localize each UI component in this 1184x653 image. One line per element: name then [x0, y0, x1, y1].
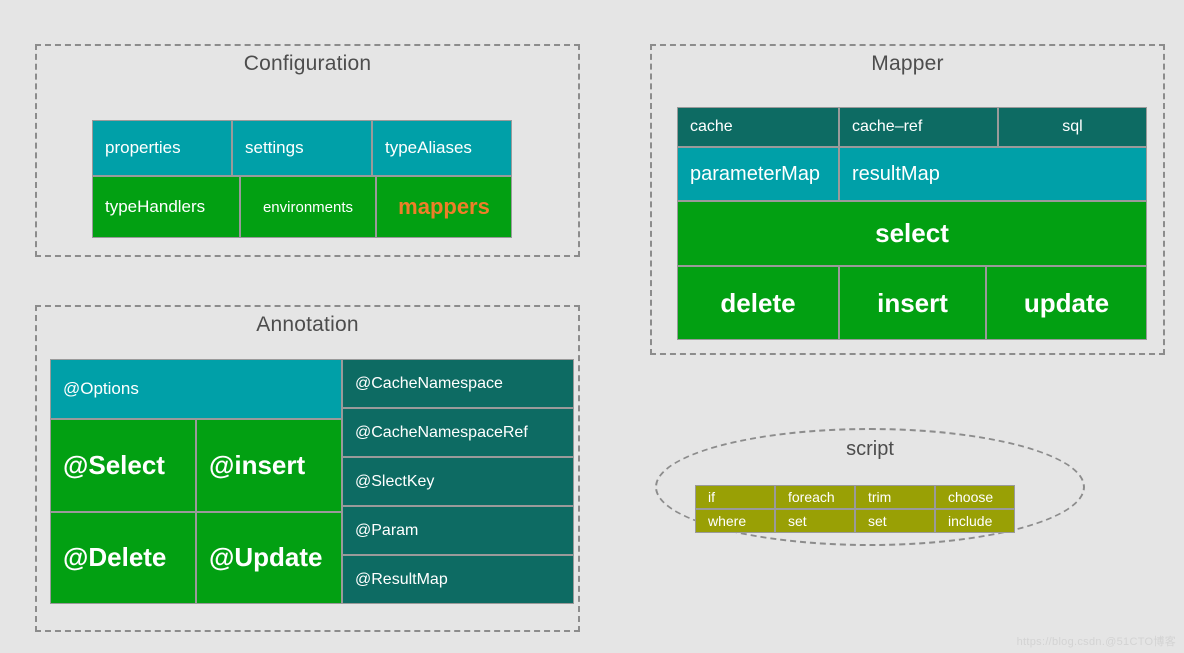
mapper-table: cache cache–ref sql parameterMap resultM…	[677, 107, 1147, 340]
script-cell-if[interactable]: if	[696, 486, 774, 508]
table-row: where set set include	[696, 510, 1014, 532]
mapper-cell-resultmap[interactable]: resultMap	[840, 148, 1146, 200]
annotation-cell-update[interactable]: @Update	[197, 512, 341, 603]
config-cell-settings[interactable]: settings	[233, 121, 371, 175]
annotation-cell-cachenamespace[interactable]: @CacheNamespace	[343, 360, 573, 407]
script-table: if foreach trim choose where set set inc…	[695, 485, 1015, 533]
mapper-cell-select[interactable]: select	[678, 202, 1146, 265]
table-row: properties settings typeAliases	[93, 121, 511, 175]
group-configuration: Configuration properties settings typeAl…	[35, 44, 580, 257]
annotation-table: @Options @Select @insert @Delete @Update…	[50, 359, 574, 604]
config-cell-typealiases[interactable]: typeAliases	[373, 121, 511, 175]
script-cell-foreach[interactable]: foreach	[776, 486, 854, 508]
config-cell-mappers[interactable]: mappers	[377, 177, 511, 237]
group-annotation: Annotation @Options @Select @insert @Del…	[35, 305, 580, 632]
configuration-table: properties settings typeAliases typeHand…	[92, 120, 512, 238]
mapper-cell-insert[interactable]: insert	[840, 267, 985, 339]
group-mapper: Mapper cache cache–ref sql parameterMap …	[650, 44, 1165, 355]
annotation-cell-delete[interactable]: @Delete	[51, 512, 195, 603]
group-configuration-title: Configuration	[243, 52, 372, 75]
annotation-cell-resultmap[interactable]: @ResultMap	[343, 556, 573, 603]
script-cell-trim[interactable]: trim	[856, 486, 934, 508]
table-row: delete insert update	[678, 267, 1146, 339]
annotation-right-column: @CacheNamespace @CacheNamespaceRef @Slec…	[343, 360, 573, 603]
mapper-cell-cache[interactable]: cache	[678, 108, 838, 146]
mapper-cell-cache-ref[interactable]: cache–ref	[840, 108, 997, 146]
mapper-cell-sql[interactable]: sql	[999, 108, 1146, 146]
table-row: @Select @insert	[51, 420, 341, 511]
table-row: if foreach trim choose	[696, 486, 1014, 508]
annotation-cell-options[interactable]: @Options	[51, 360, 341, 418]
annotation-left-column: @Options @Select @insert @Delete @Update	[51, 360, 341, 603]
table-row: parameterMap resultMap	[678, 148, 1146, 200]
script-cell-choose[interactable]: choose	[936, 486, 1014, 508]
config-cell-environments[interactable]: environments	[241, 177, 375, 237]
mapper-cell-update[interactable]: update	[987, 267, 1146, 339]
mapper-cell-delete[interactable]: delete	[678, 267, 838, 339]
watermark-text: https://blog.csdn.@51CTO博客	[1016, 636, 1176, 648]
annotation-cell-cachenamespaceref[interactable]: @CacheNamespaceRef	[343, 409, 573, 456]
script-cell-set-2[interactable]: set	[856, 510, 934, 532]
annotation-cell-select[interactable]: @Select	[51, 420, 195, 511]
group-annotation-title: Annotation	[256, 313, 359, 336]
config-cell-properties[interactable]: properties	[93, 121, 231, 175]
mapper-cell-parametermap[interactable]: parameterMap	[678, 148, 838, 200]
script-cell-set-1[interactable]: set	[776, 510, 854, 532]
annotation-cell-slectkey[interactable]: @SlectKey	[343, 458, 573, 505]
script-cell-include[interactable]: include	[936, 510, 1014, 532]
script-cell-where[interactable]: where	[696, 510, 774, 532]
config-cell-mappers-label: mappers	[398, 194, 490, 219]
table-row: @Options	[51, 360, 341, 418]
diagram-canvas: Configuration properties settings typeAl…	[0, 0, 1184, 653]
annotation-cell-insert[interactable]: @insert	[197, 420, 341, 511]
table-row: typeHandlers environments mappers	[93, 177, 511, 237]
group-script-title: script	[846, 438, 894, 460]
group-mapper-title: Mapper	[871, 52, 944, 75]
config-cell-typehandlers[interactable]: typeHandlers	[93, 177, 239, 237]
annotation-cell-param[interactable]: @Param	[343, 507, 573, 554]
table-row: cache cache–ref sql	[678, 108, 1146, 146]
table-row: @Delete @Update	[51, 512, 341, 603]
table-row: select	[678, 202, 1146, 265]
